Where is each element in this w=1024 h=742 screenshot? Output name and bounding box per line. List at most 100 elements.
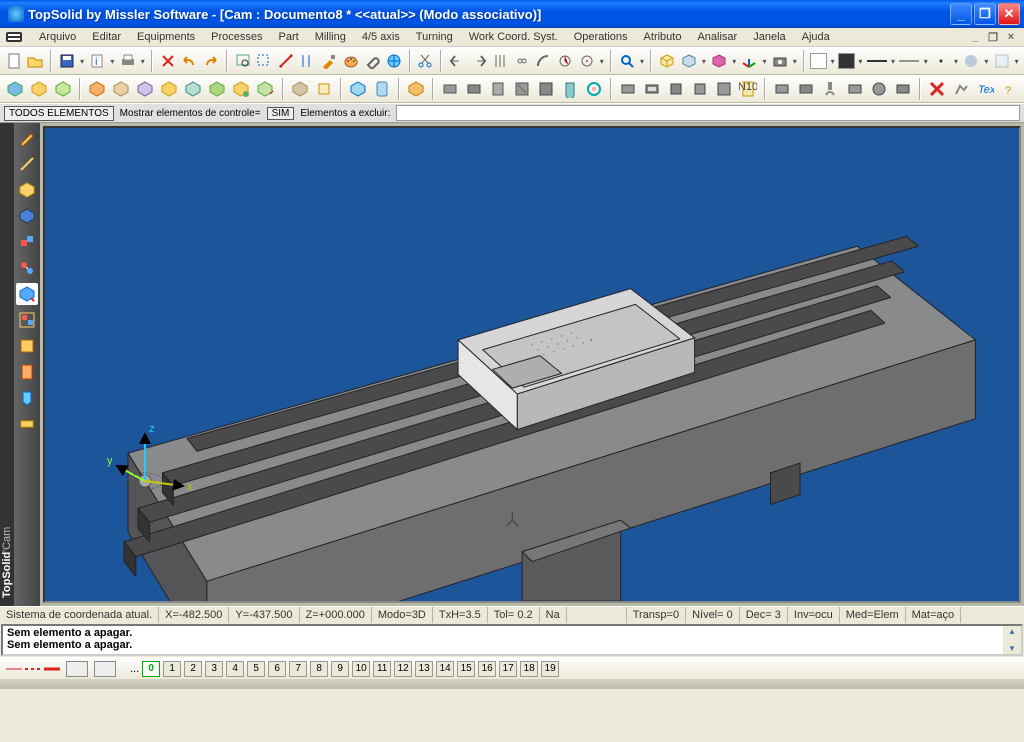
cam-misc-3[interactable] (819, 78, 841, 101)
palette-button[interactable] (341, 50, 361, 73)
cam-text-button[interactable]: Text (974, 78, 996, 101)
menu-analisar[interactable]: Analisar (690, 29, 744, 45)
cam-misc-1[interactable] (771, 78, 793, 101)
print-button[interactable] (118, 50, 138, 73)
cam-tool-12[interactable] (289, 78, 311, 101)
camera-button[interactable] (770, 50, 790, 73)
cam-tool-10[interactable] (230, 78, 252, 101)
cam-tool-11[interactable] (254, 78, 276, 101)
top-view-button[interactable] (679, 50, 699, 73)
layer-15[interactable]: 15 (457, 661, 475, 677)
menu-wcs[interactable]: Work Coord. Syst. (462, 29, 565, 45)
layer-13[interactable]: 13 (415, 661, 433, 677)
info-dropdown[interactable]: ▾ (109, 57, 116, 66)
iso-view-button[interactable] (657, 50, 677, 73)
mdi-restore[interactable]: ❐ (986, 31, 1000, 44)
sketch-tool[interactable] (16, 127, 38, 149)
cam-tool-5[interactable] (110, 78, 132, 101)
cam-tool-4[interactable] (86, 78, 108, 101)
maximize-button[interactable]: ❐ (974, 3, 996, 25)
zoom-dropdown[interactable]: ▾ (639, 57, 646, 66)
menu-janela[interactable]: Janela (746, 29, 792, 45)
todos-elementos-button[interactable]: TODOS ELEMENTOS (4, 106, 114, 121)
cam-op-1[interactable] (617, 78, 639, 101)
render-button[interactable] (709, 50, 729, 73)
compass-button[interactable] (555, 50, 575, 73)
linecolor-dropdown[interactable]: ▾ (857, 57, 864, 66)
layer-9[interactable]: 9 (331, 661, 349, 677)
sheet-tool[interactable] (16, 361, 38, 383)
linestyle-dropdown[interactable]: ▾ (890, 57, 897, 66)
save-dropdown[interactable]: ▾ (79, 57, 86, 66)
layer-edit-2[interactable] (94, 661, 116, 677)
layer-10[interactable]: 10 (352, 661, 370, 677)
cam-misc-4[interactable] (844, 78, 866, 101)
sim-toggle[interactable]: SIM (267, 107, 295, 120)
exclude-input[interactable] (396, 105, 1020, 121)
layer-2[interactable]: 2 (184, 661, 202, 677)
cam-misc-6[interactable] (892, 78, 914, 101)
axis-dropdown[interactable]: ▾ (761, 57, 768, 66)
cam-tool-9[interactable] (206, 78, 228, 101)
cam-tool-1[interactable] (4, 78, 26, 101)
layer-12[interactable]: 12 (394, 661, 412, 677)
layer-6[interactable]: 6 (268, 661, 286, 677)
layer-7[interactable]: 7 (289, 661, 307, 677)
delete-button[interactable] (158, 50, 178, 73)
cut-button[interactable] (416, 50, 436, 73)
line-weight-button[interactable] (898, 50, 920, 73)
info-button[interactable]: i (87, 50, 107, 73)
layer-5[interactable]: 5 (247, 661, 265, 677)
save-button[interactable] (57, 50, 77, 73)
redo-button[interactable] (201, 50, 221, 73)
transparency-button[interactable] (992, 50, 1012, 73)
cam-op-3[interactable] (665, 78, 687, 101)
drafting-tool[interactable] (16, 335, 38, 357)
target-button[interactable] (577, 50, 597, 73)
fill-dropdown[interactable]: ▾ (829, 57, 836, 66)
hammer-button[interactable] (319, 50, 339, 73)
nesting-tool[interactable] (16, 309, 38, 331)
pointstyle-dropdown[interactable]: ▾ (953, 57, 960, 66)
open-file-button[interactable] (26, 50, 46, 73)
wrench-button[interactable] (362, 50, 382, 73)
layer-17[interactable]: 17 (499, 661, 517, 677)
menu-arquivo[interactable]: Arquivo (32, 29, 83, 45)
cam-cancel-button[interactable] (926, 78, 948, 101)
arc-button[interactable] (534, 50, 554, 73)
cam-robot-button[interactable] (950, 78, 972, 101)
cam-tool-6[interactable] (134, 78, 156, 101)
menu-part[interactable]: Part (272, 29, 306, 45)
camera-dropdown[interactable]: ▾ (791, 57, 798, 66)
align-left-button[interactable] (447, 50, 467, 73)
cam-misc-5[interactable] (868, 78, 890, 101)
cam-tool-7[interactable] (158, 78, 180, 101)
cam-tool-13[interactable] (313, 78, 335, 101)
layer-8[interactable]: 8 (310, 661, 328, 677)
cam-part-3[interactable] (487, 78, 509, 101)
line-style-button[interactable] (866, 50, 888, 73)
undo-button[interactable] (180, 50, 200, 73)
mdi-close[interactable]: × (1004, 31, 1018, 44)
menu-atributo[interactable]: Atributo (637, 29, 689, 45)
chain-button[interactable] (512, 50, 532, 73)
assembly-tool[interactable] (16, 231, 38, 253)
axis-button[interactable] (740, 50, 760, 73)
cam-tool-15[interactable] (371, 78, 393, 101)
point-style-button[interactable] (931, 50, 951, 73)
menu-ajuda[interactable]: Ajuda (795, 29, 837, 45)
layer-1[interactable]: 1 (163, 661, 181, 677)
cam-tool-16[interactable] (405, 78, 427, 101)
box-tool[interactable] (16, 179, 38, 201)
cam-part-7[interactable] (583, 78, 605, 101)
part-tool[interactable] (16, 205, 38, 227)
layer-11[interactable]: 11 (373, 661, 391, 677)
cam-tool-8[interactable] (182, 78, 204, 101)
spread-button[interactable] (490, 50, 510, 73)
menu-operations[interactable]: Operations (567, 29, 635, 45)
cam-misc-2[interactable] (795, 78, 817, 101)
cam-part-4[interactable] (511, 78, 533, 101)
layer-4[interactable]: 4 (226, 661, 244, 677)
wood-tool[interactable] (16, 413, 38, 435)
close-button[interactable]: ✕ (998, 3, 1020, 25)
